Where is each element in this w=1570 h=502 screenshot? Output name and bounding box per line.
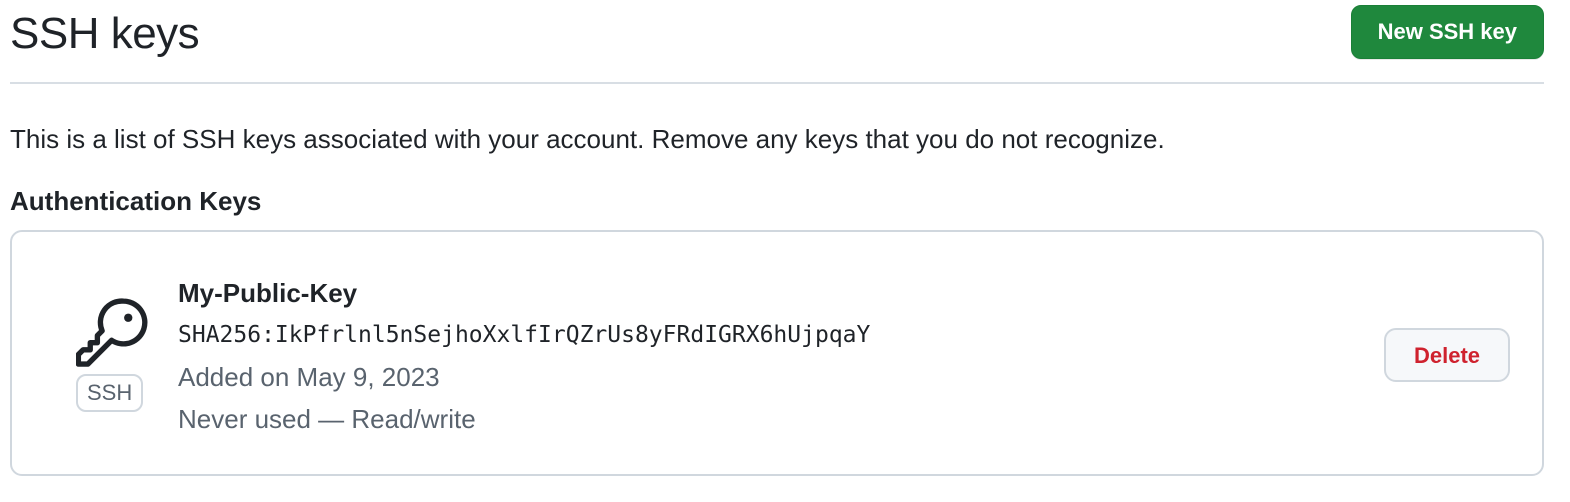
key-fingerprint: SHA256:IkPfrlnl5nSejhoXxlfIrQZrUs8yFRdIG… xyxy=(178,322,871,348)
key-added-date: Added on May 9, 2023 xyxy=(178,362,440,392)
key-icon xyxy=(76,298,148,367)
key-usage-status: Never used — Read/write xyxy=(178,404,476,434)
key-type-badge: SSH xyxy=(76,374,144,412)
new-ssh-key-button[interactable]: New SSH key xyxy=(1350,5,1544,59)
section-heading-authentication-keys: Authentication Keys xyxy=(10,186,262,216)
page-header: SSH keys New SSH key xyxy=(10,0,1544,84)
key-title: My-Public-Key xyxy=(178,278,358,308)
page-description: This is a list of SSH keys associated wi… xyxy=(10,124,1165,154)
page-title: SSH keys xyxy=(10,9,200,58)
delete-key-button[interactable]: Delete xyxy=(1384,328,1510,382)
ssh-key-list-item: SSH My-Public-Key SHA256:IkPfrlnl5nSejho… xyxy=(10,230,1544,476)
